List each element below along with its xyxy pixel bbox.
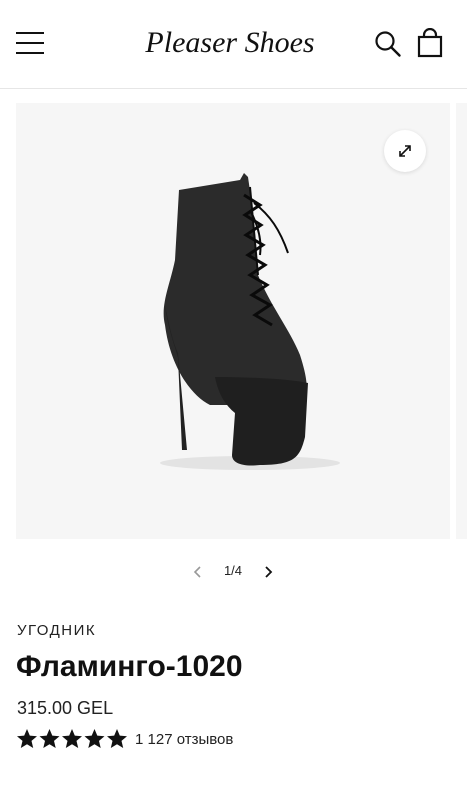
expand-arrows-icon	[399, 145, 411, 157]
product-title: Фламинго-1020	[16, 650, 243, 683]
product-vendor: УГОДНИК	[17, 622, 97, 639]
site-header: Pleaser Shoes	[0, 0, 467, 89]
review-count[interactable]: 1 127 отзывов	[135, 731, 233, 748]
logo-text: Pleaser Shoes	[144, 26, 314, 59]
logo-wordmark: Pleaser Shoes	[144, 26, 314, 59]
product-price: 315.00 GEL	[17, 698, 114, 718]
boot-illustration	[160, 173, 340, 470]
product-image[interactable]	[140, 165, 340, 480]
page-indicator: 1/4	[223, 563, 243, 578]
menu-icon[interactable]	[16, 32, 44, 54]
star-rating-icon	[17, 729, 127, 748]
zoom-button[interactable]	[384, 130, 426, 172]
next-image-peek[interactable]	[456, 103, 467, 539]
chevron-right-icon[interactable]	[260, 564, 276, 580]
logo[interactable]: Pleaser Shoes	[130, 18, 330, 68]
chevron-left-icon[interactable]	[190, 564, 206, 580]
search-icon[interactable]	[374, 30, 402, 58]
cart-icon[interactable]	[416, 27, 444, 58]
gallery-pager: 1/4	[0, 560, 467, 584]
